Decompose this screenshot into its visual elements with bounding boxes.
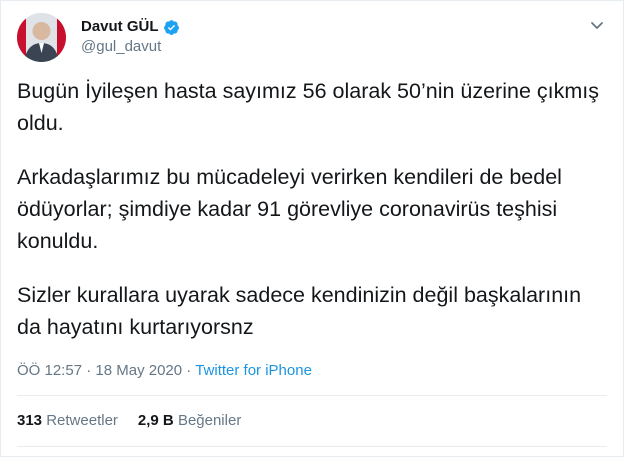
tweet-card: Davut GÜL @gul_davut Bugün İyileşen hast… [0,0,624,457]
user-names: Davut GÜL @gul_davut [81,17,180,57]
tweet-paragraph: Sizler kurallara uyarak sadece kendinizi… [17,283,582,339]
user-handle[interactable]: @gul_davut [81,37,180,57]
chevron-down-icon[interactable] [587,15,607,35]
divider [17,446,607,447]
likes-stat[interactable]: 2,9 B Beğeniler [138,411,241,431]
retweets-stat[interactable]: 313 Retweetler [17,411,118,431]
meta-separator: · [82,362,96,379]
avatar[interactable] [17,13,66,62]
likes-label: Beğeniler [177,412,242,429]
tweet-date[interactable]: 18 May 2020 [95,362,182,379]
tweet-source[interactable]: Twitter for iPhone [195,362,312,379]
tweet-time[interactable]: ÖÖ 12:57 [17,362,82,379]
retweets-label: Retweetler [46,412,118,429]
tweet-paragraph: Bugün İyileşen hasta sayımız 56 olarak 5… [17,79,599,135]
tweet-meta: ÖÖ 12:57 · 18 May 2020 · Twitter for iPh… [17,361,312,381]
tweet-text: Bugün İyileşen hasta sayımız 56 olarak 5… [17,75,607,365]
retweets-count: 313 [17,412,43,429]
display-name-row[interactable]: Davut GÜL [81,17,180,37]
meta-separator: · [182,362,196,379]
verified-badge-icon [163,19,180,36]
tweet-header: Davut GÜL @gul_davut [17,13,607,62]
display-name[interactable]: Davut GÜL [81,17,159,37]
tweet-paragraph: Arkadaşlarımız bu mücadeleyi verirken ke… [17,165,562,253]
tweet-stats: 313 Retweetler 2,9 B Beğeniler [17,411,241,431]
divider [17,395,607,396]
likes-count: 2,9 B [137,412,174,429]
